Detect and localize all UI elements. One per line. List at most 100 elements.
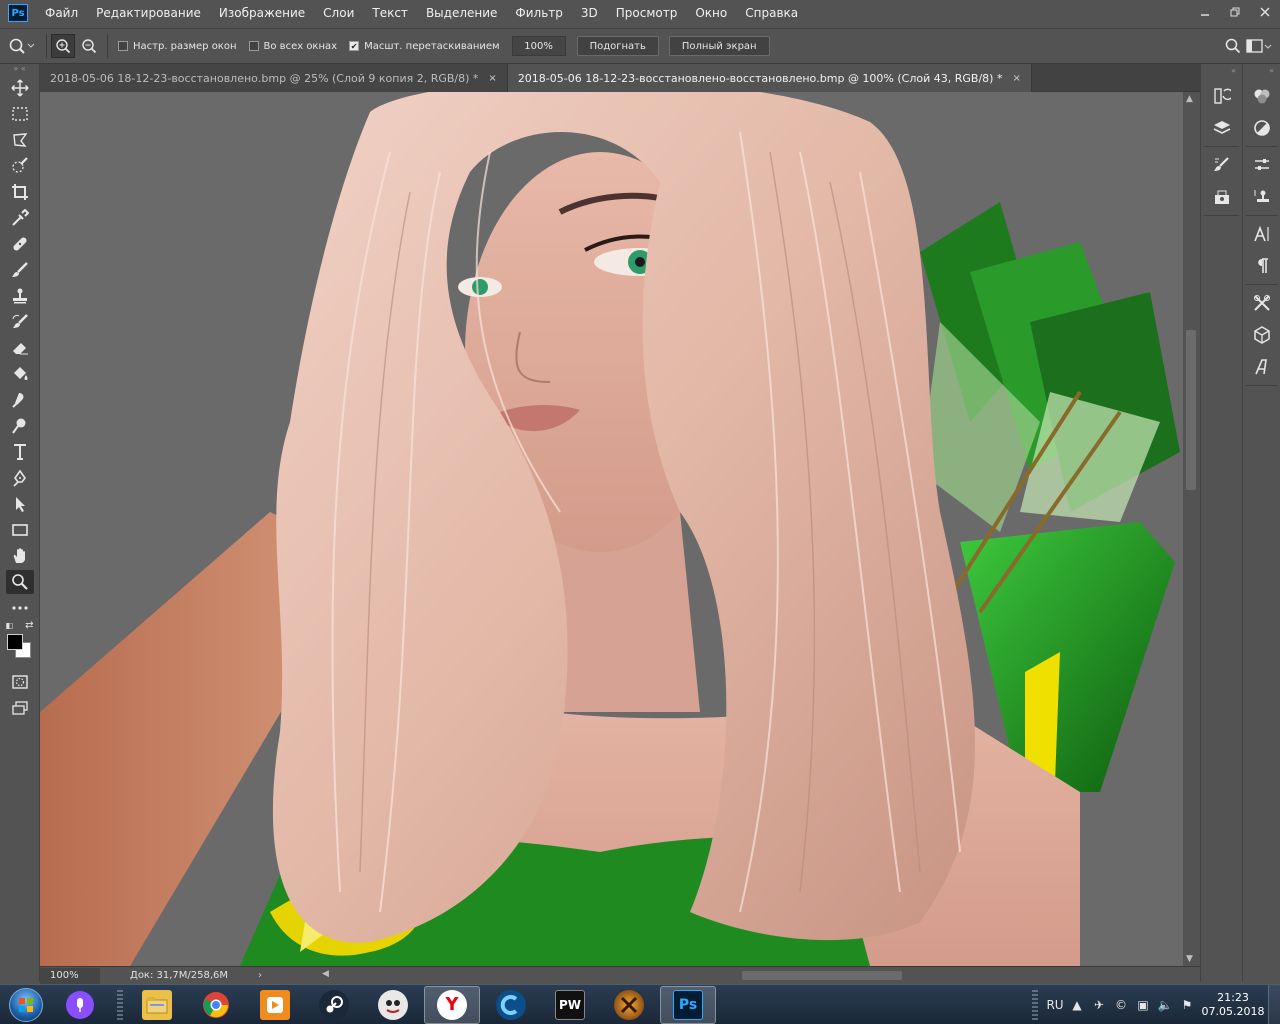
scroll-down-icon[interactable]: ▼ xyxy=(1186,954,1193,964)
fit-screen-button[interactable]: Подогнать xyxy=(576,36,659,56)
action-center-icon[interactable]: ⚑ xyxy=(1176,994,1198,1016)
quick-mask-icon[interactable] xyxy=(6,670,34,694)
fullscreen-button[interactable]: Полный экран xyxy=(668,36,770,56)
menu-filter[interactable]: Фильтр xyxy=(506,0,571,26)
paint-bucket-icon[interactable] xyxy=(6,362,34,386)
menu-edit[interactable]: Редактирование xyxy=(87,0,210,26)
tab-close-icon[interactable]: × xyxy=(1012,73,1020,84)
tool-preset-picker[interactable] xyxy=(0,32,42,60)
properties-icon[interactable] xyxy=(1247,151,1277,179)
checkbox-box[interactable] xyxy=(248,41,259,51)
brush-icon[interactable] xyxy=(6,258,34,282)
minimize-icon[interactable] xyxy=(1190,0,1220,24)
healing-icon[interactable] xyxy=(6,232,34,256)
show-desktop-button[interactable] xyxy=(1268,985,1280,1024)
glyphs-icon[interactable] xyxy=(1247,353,1277,381)
menu-image[interactable]: Изображение xyxy=(210,0,314,26)
move-icon[interactable] xyxy=(6,76,34,100)
scroll-thumb[interactable] xyxy=(1186,330,1196,490)
network-icon[interactable]: ▣ xyxy=(1132,994,1154,1016)
color-icon[interactable] xyxy=(1247,82,1277,110)
history-icon[interactable] xyxy=(1207,82,1237,110)
checkbox-box[interactable] xyxy=(118,41,128,51)
panel-grip[interactable]: « xyxy=(1243,64,1280,78)
stamp-icon[interactable] xyxy=(6,284,34,308)
media-player-icon[interactable] xyxy=(247,986,303,1024)
zoom-icon[interactable] xyxy=(5,570,34,594)
language-indicator[interactable]: RU xyxy=(1044,994,1066,1016)
tray-app-icon[interactable]: ✈ xyxy=(1088,994,1110,1016)
menu-select[interactable]: Выделение xyxy=(417,0,506,26)
launcher-c-icon[interactable] xyxy=(483,986,539,1024)
photoshop-icon[interactable]: Ps xyxy=(660,985,716,1024)
quick-select-icon[interactable] xyxy=(6,154,34,178)
menu-type[interactable]: Текст xyxy=(363,0,417,26)
zoom-out-mode[interactable] xyxy=(77,34,101,58)
pen-icon[interactable] xyxy=(6,466,34,490)
yandex-browser-icon[interactable]: Y xyxy=(424,985,480,1024)
workspace-icon[interactable] xyxy=(1246,35,1272,57)
eyedropper-icon[interactable] xyxy=(6,206,34,230)
path-select-icon[interactable] xyxy=(6,492,34,516)
tray-expand-icon[interactable]: ▲ xyxy=(1066,994,1088,1016)
tray-launcher-icon[interactable]: © xyxy=(1110,994,1132,1016)
clone-source-icon[interactable] xyxy=(1247,183,1277,211)
checkbox-box-checked[interactable]: ✔ xyxy=(349,41,360,51)
adjustments-icon[interactable] xyxy=(1247,114,1277,142)
volume-icon[interactable]: 🔈 xyxy=(1154,994,1176,1016)
scroll-left-icon[interactable]: ◀ xyxy=(322,969,329,979)
history-brush-icon[interactable] xyxy=(6,310,34,334)
menu-3d[interactable]: 3D xyxy=(572,0,607,26)
game-mascot-icon[interactable] xyxy=(365,986,421,1024)
foreground-color[interactable] xyxy=(6,634,23,650)
panel-grip[interactable]: » « xyxy=(0,64,39,74)
zoom-in-mode[interactable] xyxy=(51,34,75,58)
scrubby-zoom-checkbox[interactable]: ✔ Масшт. перетаскиванием xyxy=(349,41,500,52)
lasso-icon[interactable] xyxy=(6,128,34,152)
screen-mode-icon[interactable] xyxy=(6,696,34,720)
default-colors-icon[interactable]: ◧ xyxy=(6,621,14,630)
rectangle-icon[interactable] xyxy=(6,518,34,542)
chrome-icon[interactable] xyxy=(188,986,244,1024)
character-icon[interactable] xyxy=(1247,220,1277,248)
menu-file[interactable]: Файл xyxy=(36,0,87,26)
document-canvas[interactable] xyxy=(40,92,1183,966)
type-icon[interactable] xyxy=(6,440,34,464)
menu-help[interactable]: Справка xyxy=(736,0,807,26)
steam-icon[interactable] xyxy=(306,986,362,1024)
vertical-scrollbar[interactable]: ▲ ▼ xyxy=(1183,92,1200,966)
status-menu-arrow[interactable]: › xyxy=(258,970,262,981)
perfect-world-icon[interactable]: PW xyxy=(542,986,598,1024)
horizontal-scrollbar[interactable]: ◀ ▶ xyxy=(322,969,1217,982)
crop-icon[interactable] xyxy=(6,180,34,204)
tab-close-icon[interactable]: × xyxy=(488,73,496,84)
hand-icon[interactable] xyxy=(6,544,34,568)
eraser-icon[interactable] xyxy=(6,336,34,360)
search-icon[interactable] xyxy=(1220,35,1246,57)
marquee-icon[interactable] xyxy=(6,102,34,126)
menu-window[interactable]: Окно xyxy=(686,0,736,26)
panel-grip[interactable]: « xyxy=(1201,64,1242,78)
menu-layers[interactable]: Слои xyxy=(314,0,363,26)
smudge-icon[interactable] xyxy=(6,388,34,412)
tools-preset-icon[interactable] xyxy=(1247,289,1277,317)
document-tab-active[interactable]: 2018-05-06 18-12-23-восстановлено-восста… xyxy=(507,64,1032,92)
scroll-thumb[interactable] xyxy=(742,971,902,980)
mmo-game-icon[interactable] xyxy=(601,986,657,1024)
3d-icon[interactable] xyxy=(1247,321,1277,349)
all-windows-checkbox[interactable]: Во всех окнах xyxy=(248,41,337,52)
clock[interactable]: 21:23 07.05.2018 xyxy=(1198,991,1268,1019)
scroll-up-icon[interactable]: ▲ xyxy=(1186,94,1193,104)
more-tools-icon[interactable] xyxy=(6,596,34,620)
status-zoom-field[interactable]: 100% xyxy=(40,967,100,984)
3d-materials-icon[interactable] xyxy=(1207,183,1237,211)
swap-colors-icon[interactable]: ⇄ xyxy=(25,620,33,631)
brushes-icon[interactable] xyxy=(1207,151,1237,179)
start-button[interactable] xyxy=(0,985,52,1024)
file-explorer-icon[interactable] xyxy=(129,986,185,1024)
menu-view[interactable]: Просмотр xyxy=(607,0,687,26)
restore-icon[interactable] xyxy=(1220,0,1250,24)
paragraph-icon[interactable] xyxy=(1247,252,1277,280)
dodge-icon[interactable] xyxy=(6,414,34,438)
close-icon[interactable] xyxy=(1250,0,1280,24)
